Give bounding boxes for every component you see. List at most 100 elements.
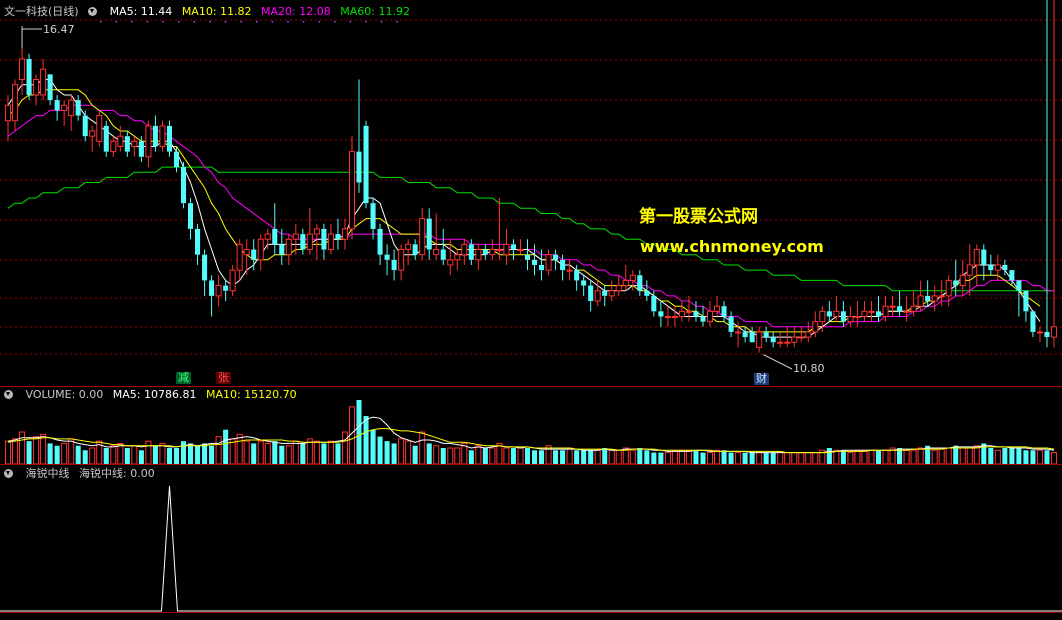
candle-body-down [166, 125, 172, 152]
candle-body-up [419, 218, 426, 256]
candle-body-up [33, 79, 40, 96]
candle-body-up [756, 331, 763, 348]
volume-bar-down [988, 448, 994, 464]
candle-body-down [1016, 280, 1022, 291]
candle-body-down [1030, 311, 1036, 332]
indicator-readout: 海锐中线: 0.00 [79, 467, 155, 480]
candle-body-up [931, 295, 938, 302]
candle-body-down [152, 125, 158, 147]
volume-bar-up [833, 449, 840, 465]
candlestick-series [4, 0, 1058, 353]
candle-body-up [622, 279, 629, 287]
candle-body-up [257, 238, 264, 261]
candle-body-up [475, 249, 482, 261]
volume-bar-down [166, 448, 172, 464]
candle-body-up [313, 228, 320, 235]
bottom-axis-line [0, 612, 1062, 613]
candle-body-down [560, 259, 566, 271]
candle-body-up [145, 125, 152, 158]
candle-body-down [644, 290, 650, 296]
volume-bar-down [223, 429, 229, 464]
volume-bar-up [791, 452, 798, 465]
candle-body-up [833, 310, 840, 317]
indicator-line [0, 485, 1062, 612]
volume-bar-up [215, 436, 222, 465]
candle-body-down [981, 249, 987, 265]
volume-bar-up [313, 440, 320, 465]
volume-bar-down [363, 416, 369, 464]
candle-body-down [412, 244, 418, 255]
candle-body-up [454, 254, 461, 261]
candle-body-down [658, 311, 664, 317]
top-marker-dot [193, 21, 196, 23]
volume-bar-down [482, 448, 488, 464]
volume-bar-up [594, 449, 601, 465]
top-marker-dot [209, 21, 211, 23]
candle-body-down [637, 275, 643, 291]
candle-body-up [882, 305, 889, 317]
volume-bar-up [496, 442, 503, 465]
candle-body-up [973, 249, 980, 266]
top-marker-dot [334, 21, 336, 23]
candle-body-down [581, 280, 587, 286]
volume-bar-down [539, 450, 545, 464]
volume-bar-up [798, 452, 805, 465]
candle-body-down [384, 254, 390, 260]
candle-body-down [223, 285, 229, 291]
volume-bar-up [735, 452, 742, 465]
volume-bar-down [560, 450, 566, 464]
candle-body-down [574, 270, 580, 281]
volume-bar-down [728, 452, 734, 464]
candle-body-up [131, 140, 138, 147]
indicator-menu-toggle[interactable] [4, 467, 16, 480]
candle-body-up [868, 310, 875, 313]
candle-body-up [447, 259, 454, 266]
volume-ma5-readout: MA5: 10786.81 [112, 388, 197, 401]
candle-body-up [292, 233, 299, 240]
volume-bar-up [566, 447, 573, 465]
top-marker-dot [224, 21, 227, 23]
volume-bar-up [503, 447, 510, 465]
volume-bar-up [784, 452, 791, 465]
candle-body-down [482, 249, 488, 255]
volume-bar-up [938, 447, 945, 465]
candle-body-down [875, 311, 882, 317]
candle-body-up [994, 264, 1001, 271]
volume-bar-up [615, 449, 622, 465]
volume-bar-down [152, 445, 158, 464]
volume-bar-up [19, 431, 26, 465]
candle-body-up [714, 305, 721, 312]
candle-body-up [89, 130, 96, 137]
candle-body-down [54, 100, 60, 111]
candle-body-up [68, 99, 75, 117]
volume-bar-up [489, 447, 496, 465]
rise-marker[interactable]: 张 [216, 372, 231, 384]
volume-bar-up [454, 447, 461, 465]
chart-canvas [0, 0, 1062, 612]
top-marker-dot [380, 21, 383, 23]
candle-body-up [917, 295, 924, 307]
volume-bar-up [33, 436, 40, 465]
finance-marker[interactable]: 财 [754, 373, 769, 385]
price-menu-toggle[interactable] [88, 5, 100, 18]
volume-menu-toggle[interactable] [4, 388, 16, 401]
volume-bar-up [706, 452, 714, 465]
volume-bar-down [742, 452, 748, 464]
candle-body-up [854, 315, 861, 318]
volume-bar-down [510, 448, 516, 464]
ma5-readout: MA5: 11.44 [109, 5, 173, 18]
ma60-line [7, 166, 1054, 292]
volume-bar-up [714, 449, 721, 465]
candle-body-down [826, 311, 832, 317]
volume-bar-down [47, 443, 53, 464]
top-marker-dot [365, 21, 367, 23]
watermark-title: 第一股票公式网 [639, 207, 758, 227]
price-title: 文一科技(日线) [4, 5, 79, 18]
candle-body-up [615, 285, 622, 292]
candle-body-up [236, 243, 243, 271]
candle-body-up [433, 249, 440, 256]
reduce-marker[interactable]: 减 [176, 372, 191, 384]
candle-body-up [671, 315, 678, 318]
candle-body-up [545, 254, 552, 271]
volume-bar-down [391, 443, 397, 464]
